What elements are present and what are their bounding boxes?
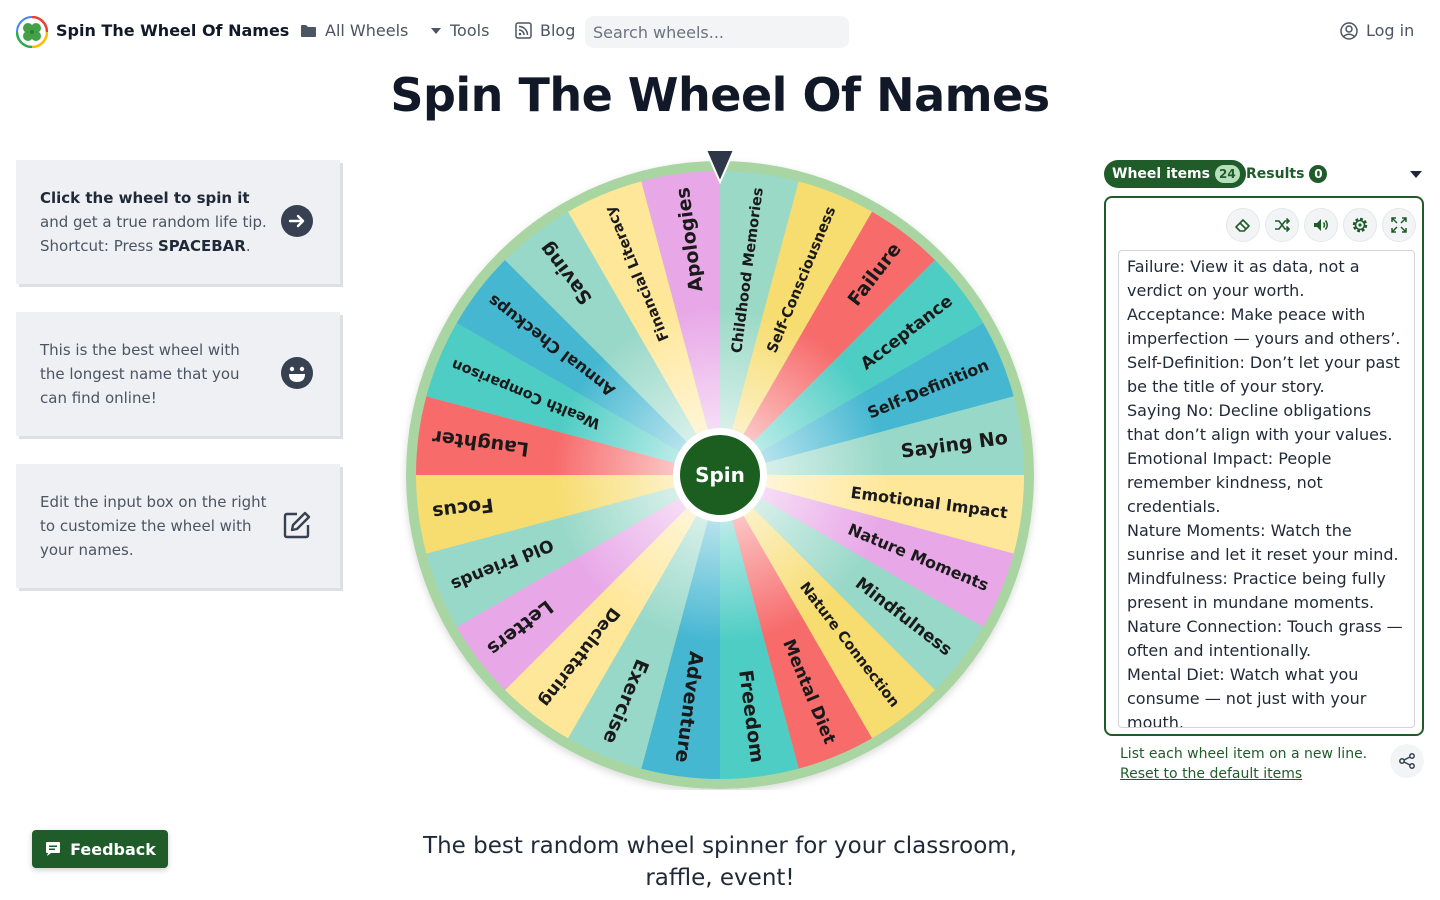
- wheel-items-textarea[interactable]: Failure: View it as data, not a verdict …: [1118, 250, 1415, 728]
- shuffle-icon: [1275, 217, 1291, 233]
- settings-button[interactable]: [1343, 208, 1377, 242]
- clover-logo-icon[interactable]: [16, 16, 48, 48]
- tip-card-longest-name: This is the best wheel with the longest …: [16, 312, 340, 436]
- results-count-badge: 0: [1309, 165, 1328, 183]
- reset-default-items-link[interactable]: Reset to the default items: [1120, 764, 1302, 784]
- wheel-item-line: Nature Moments: Watch the sunrise and le…: [1127, 521, 1399, 564]
- share-button[interactable]: [1390, 744, 1424, 778]
- tip-text-part: .: [245, 237, 251, 255]
- tagline: The best random wheel spinner for your c…: [423, 833, 1017, 891]
- smiley-icon: [280, 356, 314, 390]
- nav-tools-label: Tools: [450, 21, 490, 40]
- message-icon: [46, 842, 61, 856]
- share-icon: [1399, 753, 1415, 769]
- sound-button[interactable]: [1304, 208, 1338, 242]
- editor-hint: List each wheel item on a new line.: [1120, 746, 1368, 762]
- tab-wheel-items[interactable]: Wheel items 24: [1104, 160, 1246, 188]
- shuffle-button[interactable]: [1265, 208, 1299, 242]
- tip-shortcut-key: SPACEBAR: [157, 237, 246, 255]
- tip-text: Click the wheel to spin it and get a tru…: [40, 186, 268, 258]
- fullscreen-button[interactable]: [1382, 208, 1416, 242]
- clear-button[interactable]: [1226, 208, 1260, 242]
- wheel-item-line: Mindfulness: Practice being fully presen…: [1127, 569, 1386, 612]
- tab-results[interactable]: Results 0: [1240, 160, 1333, 188]
- tip-card-spin: Click the wheel to spin it and get a tru…: [16, 160, 340, 284]
- wheel-item-line: Failure: View it as data, not a verdict …: [1127, 257, 1360, 300]
- wheel-item-line: Nature Connection: Touch grass — often a…: [1127, 617, 1403, 660]
- tip-bold-text: Click the wheel to spin it: [40, 189, 250, 207]
- wheel-items-editor: Failure: View it as data, not a verdict …: [1104, 196, 1424, 736]
- tip-text: Edit the input box on the right to custo…: [40, 493, 267, 559]
- login-button[interactable]: Log in: [1340, 21, 1414, 40]
- wheel-item-line: Acceptance: Make peace with imperfection…: [1127, 305, 1401, 348]
- tip-text: This is the best wheel with the longest …: [40, 341, 240, 407]
- gear-icon: [1352, 217, 1368, 233]
- search-input[interactable]: [585, 16, 849, 48]
- folder-icon: [301, 24, 316, 37]
- eraser-icon: [1235, 219, 1250, 232]
- wheel-items-count-badge: 24: [1214, 165, 1240, 183]
- edit-icon: [280, 508, 314, 542]
- top-nav: Spin The Wheel Of Names All Wheels Tools…: [0, 0, 1440, 64]
- nav-blog[interactable]: Blog: [515, 21, 575, 40]
- page-title: Spin The Wheel Of Names: [390, 68, 1050, 122]
- tab-wheel-items-label: Wheel items: [1112, 166, 1210, 182]
- nav-all-wheels-label: All Wheels: [325, 21, 409, 40]
- volume-icon: [1314, 219, 1328, 231]
- wheel-item-line: Mental Diet: Watch what you consume — no…: [1127, 665, 1367, 728]
- tip-card-edit: Edit the input box on the right to custo…: [16, 464, 340, 588]
- feedback-label: Feedback: [70, 839, 156, 859]
- tab-results-label: Results: [1246, 166, 1305, 182]
- wheel-item-line: Self-Definition: Don’t let your past be …: [1127, 353, 1400, 396]
- brand-name[interactable]: Spin The Wheel Of Names: [56, 21, 289, 40]
- wheel-item-line: Emotional Impact: People remember kindne…: [1127, 449, 1332, 516]
- nav-all-wheels[interactable]: All Wheels: [300, 21, 408, 40]
- nav-blog-label: Blog: [540, 21, 576, 40]
- user-circle-icon: [1340, 21, 1358, 40]
- login-label: Log in: [1366, 21, 1415, 40]
- rss-icon: [515, 22, 532, 39]
- panel-tabs: Wheel items 24 Results 0: [1104, 160, 1424, 188]
- feedback-button[interactable]: Feedback: [32, 830, 168, 868]
- caret-down-icon: [431, 27, 441, 34]
- name-wheel[interactable]: Childhood MemoriesSelf-Consciousness Fail…: [400, 150, 1040, 790]
- spin-button-label: Spin: [695, 463, 745, 487]
- arrow-right-circle-icon: [280, 204, 314, 238]
- wheel-item-line: Saying No: Decline obligations that don’…: [1127, 401, 1393, 444]
- caret-down-icon[interactable]: [1408, 166, 1424, 182]
- nav-tools[interactable]: Tools: [430, 21, 489, 40]
- expand-icon: [1391, 217, 1407, 233]
